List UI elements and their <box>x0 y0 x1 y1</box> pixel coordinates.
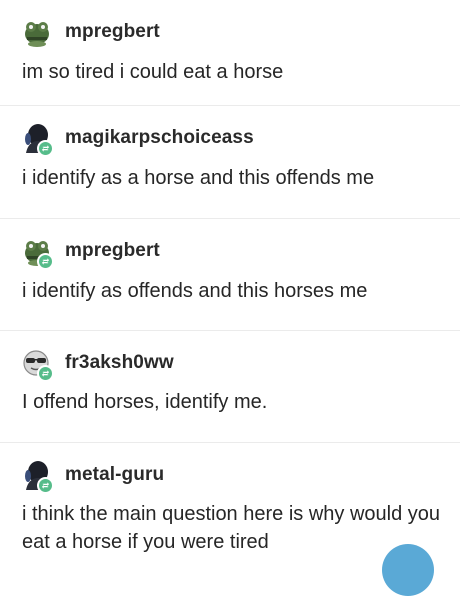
post: fr3aksh0ww I offend horses, identify me. <box>0 331 460 443</box>
post-text: im so tired i could eat a horse <box>22 61 284 83</box>
post-header: fr3aksh0ww <box>22 345 174 382</box>
post: mpregbert im so tired i could eat a hors… <box>0 0 460 106</box>
post: magikarpschoiceass i identify as a horse… <box>0 106 460 219</box>
post-header: metal-guru <box>22 457 164 494</box>
post-header: mpregbert <box>22 233 160 270</box>
reblog-thread: mpregbert im so tired i could eat a hors… <box>0 0 460 559</box>
reblog-icon <box>41 370 50 377</box>
post: metal-guru i think the main question her… <box>0 443 460 559</box>
avatar[interactable] <box>22 17 52 47</box>
reblog-icon <box>41 145 50 152</box>
reblog-badge <box>37 477 54 494</box>
green-frog-avatar-icon <box>22 17 52 47</box>
post-text: i identify as offends and this horses me <box>22 280 368 302</box>
avatar[interactable] <box>22 236 54 270</box>
avatar[interactable] <box>22 123 54 157</box>
username[interactable]: magikarpschoiceass <box>65 127 254 149</box>
username[interactable]: fr3aksh0ww <box>65 352 174 374</box>
post-header: mpregbert <box>22 14 160 50</box>
reblog-badge <box>37 253 54 270</box>
avatar[interactable] <box>22 348 54 382</box>
reblog-icon <box>41 482 50 489</box>
username[interactable]: mpregbert <box>65 21 160 43</box>
username[interactable]: metal-guru <box>65 464 164 486</box>
username[interactable]: mpregbert <box>65 240 160 262</box>
avatar[interactable] <box>22 460 54 494</box>
post-text: i think the main question here is why wo… <box>22 503 441 553</box>
reblog-icon <box>41 258 50 265</box>
post-header: magikarpschoiceass <box>22 120 254 157</box>
post-text: I offend horses, identify me. <box>22 391 268 413</box>
floating-action-button[interactable] <box>382 544 434 596</box>
reblog-badge <box>37 140 54 157</box>
reblog-badge <box>37 365 54 382</box>
post: mpregbert i identify as offends and this… <box>0 219 460 331</box>
post-text: i identify as a horse and this offends m… <box>22 167 375 189</box>
